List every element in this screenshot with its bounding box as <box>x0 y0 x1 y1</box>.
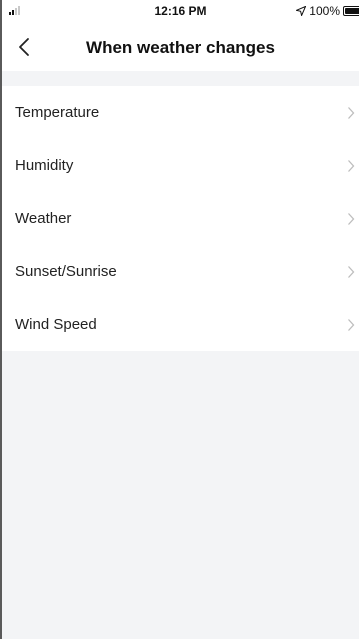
chevron-right-icon <box>348 213 355 225</box>
list-item-label: Temperature <box>15 104 100 121</box>
battery-icon <box>343 6 359 16</box>
status-bar: 12:16 PM 100% <box>2 0 359 20</box>
list-item-sunset-sunrise[interactable]: Sunset/Sunrise <box>2 245 359 298</box>
list-item-label: Sunset/Sunrise <box>15 263 117 280</box>
list-item-label: Wind Speed <box>15 316 97 333</box>
app-screen: 12:16 PM 100% When weather changes Tempe… <box>2 0 359 639</box>
chevron-right-icon <box>348 319 355 331</box>
list-item-wind-speed[interactable]: Wind Speed <box>2 298 359 351</box>
location-arrow-icon <box>296 6 307 16</box>
navigation-bar: When weather changes <box>2 28 359 72</box>
page-title: When weather changes <box>86 38 275 57</box>
list-item-humidity[interactable]: Humidity <box>2 139 359 192</box>
list-item-label: Weather <box>15 210 72 227</box>
weather-condition-list: Temperature Humidity Weather Sunset/Sunr… <box>2 86 359 351</box>
chevron-right-icon <box>348 266 355 278</box>
header-area: 12:16 PM 100% When weather changes <box>2 0 359 71</box>
status-right-group: 100% <box>296 4 359 18</box>
chevron-right-icon <box>348 107 355 119</box>
list-item-temperature[interactable]: Temperature <box>2 86 359 139</box>
back-chevron-icon[interactable] <box>14 36 36 58</box>
list-item-weather[interactable]: Weather <box>2 192 359 245</box>
list-item-label: Humidity <box>15 157 74 174</box>
battery-percentage: 100% <box>309 4 340 18</box>
chevron-right-icon <box>348 160 355 172</box>
